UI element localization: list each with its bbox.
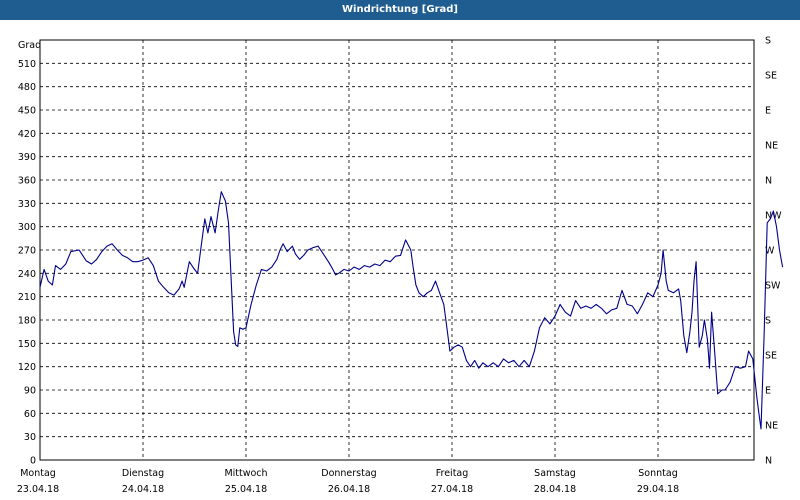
x-tick-day: Sonntag <box>638 468 677 479</box>
y-tick-label: 240 <box>18 269 36 280</box>
y-tick-label: 60 <box>24 409 36 420</box>
right-tick-label: E <box>765 106 771 117</box>
y-tick-label: 210 <box>18 292 36 303</box>
right-tick-label: N <box>765 176 772 187</box>
y-tick-label: 30 <box>24 432 36 443</box>
grid <box>40 40 754 460</box>
y-tick-label: 480 <box>18 82 36 93</box>
right-tick-label: SE <box>765 71 777 82</box>
y-tick-labels: 0 30 60 90 120 150 180 210 240 270 300 330 360 390 420… <box>18 59 36 467</box>
y-tick-label: 450 <box>18 106 36 117</box>
y-tick-label: 180 <box>18 316 36 327</box>
series <box>39 191 784 430</box>
x-tick-date: 25.04.18 <box>225 484 267 495</box>
right-tick-label: S <box>765 316 771 327</box>
y-tick-label: 300 <box>18 222 36 233</box>
x-tick-date: 24.04.18 <box>122 484 164 495</box>
y-tick-label: 150 <box>18 339 36 350</box>
y-tick-label: 90 <box>24 386 36 397</box>
x-tick-day: Samstag <box>534 468 576 479</box>
series-line <box>39 191 784 430</box>
right-tick-label: SE <box>765 351 777 362</box>
x-tick-day: Donnerstag <box>321 468 376 479</box>
right-tick-label: NE <box>765 421 778 432</box>
x-tick-day: Montag <box>20 468 56 479</box>
right-tick-label: N <box>765 456 772 467</box>
y-tick-label: 270 <box>18 246 36 257</box>
right-tick-label: E <box>765 386 771 397</box>
y-axis-label: Grad <box>18 40 41 51</box>
x-tick-date: 28.04.18 <box>534 484 576 495</box>
x-tick-date: 29.04.18 <box>637 484 679 495</box>
x-tick-date: 27.04.18 <box>431 484 473 495</box>
x-tick-day: Dienstag <box>122 468 164 479</box>
x-tick-day: Freitag <box>436 468 469 479</box>
y-tick-label: 120 <box>18 362 36 373</box>
right-tick-label: NE <box>765 141 778 152</box>
right-tick-label: S <box>765 36 771 47</box>
y-tick-label: 390 <box>18 152 36 163</box>
right-tick-label: SW <box>765 281 781 292</box>
wind-direction-chart: Grad 0 30 60 90 120 150 180 210 240 270 300 330 360 3… <box>17 36 784 495</box>
y-tick-label: 0 <box>30 456 36 467</box>
x-tick-date: 26.04.18 <box>328 484 370 495</box>
x-tick-day: Mittwoch <box>224 468 267 479</box>
x-tick-date: 23.04.18 <box>17 484 59 495</box>
y-tick-label: 510 <box>18 59 36 70</box>
x-tick-labels: Montag 23.04.18 Dienstag 24.04.18 Mittwoch 25… <box>17 468 679 495</box>
y-tick-label: 420 <box>18 129 36 140</box>
y-tick-label: 360 <box>18 176 36 187</box>
y-tick-label: 330 <box>18 199 36 210</box>
